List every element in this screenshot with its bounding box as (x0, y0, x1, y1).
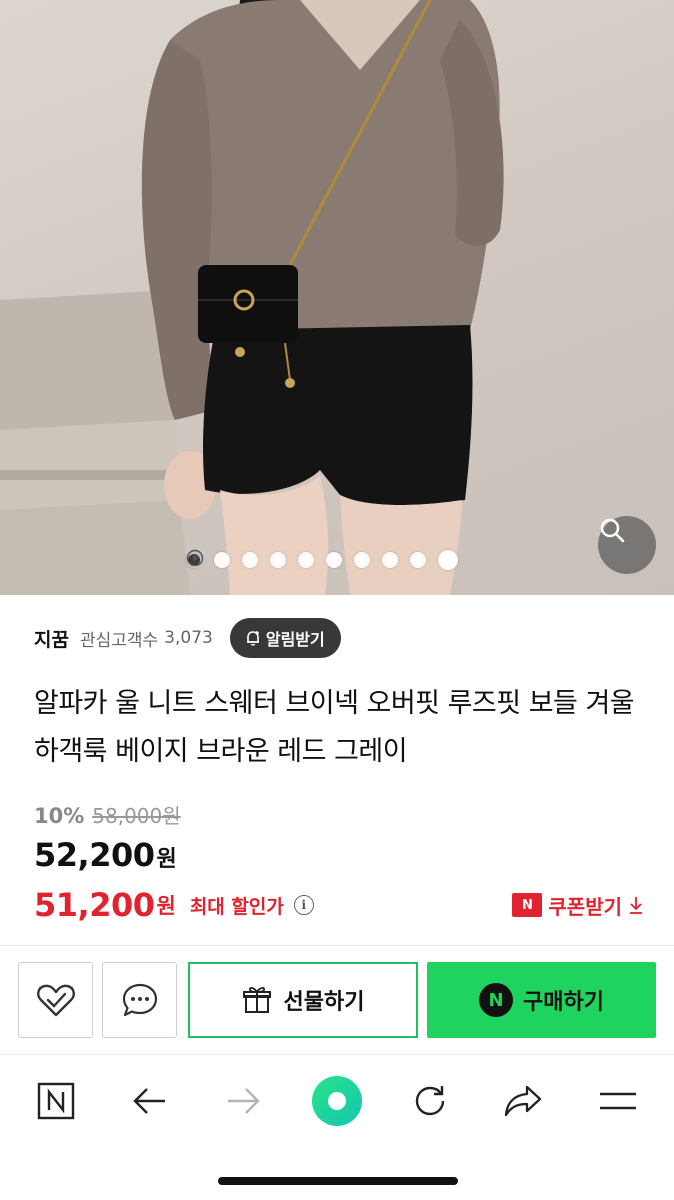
store-info: 지꿈 관심고객수 3,073 알림받기 (34, 618, 341, 658)
forward-arrow-icon (228, 1088, 260, 1114)
sale-price-amount: 52,200 (34, 836, 155, 874)
sale-price-unit: 원 (156, 847, 177, 872)
home-indicator[interactable] (218, 1177, 458, 1185)
gift-button[interactable]: 선물하기 (188, 962, 418, 1038)
fans-count: 3,073 (164, 628, 213, 648)
talk-button[interactable] (102, 962, 177, 1038)
refresh-icon (415, 1086, 445, 1116)
pagination-dot[interactable] (242, 552, 258, 568)
pagination-dot[interactable] (270, 552, 286, 568)
green-dot-button[interactable] (307, 1056, 367, 1146)
menu-icon (600, 1092, 636, 1110)
best-price-unit: 원 (156, 894, 176, 918)
download-arrow-icon (630, 897, 642, 914)
discount-rate: 10% (34, 804, 85, 828)
gift-label: 선물하기 (283, 990, 365, 1015)
discount-row: 10% 58,000원 (34, 800, 181, 832)
back-arrow-icon (133, 1088, 165, 1114)
best-price: 51,200 원 최대 할인가 i (34, 882, 314, 928)
store-name[interactable]: 지꿈 (34, 625, 69, 652)
zoom-button[interactable] (598, 516, 656, 574)
divider (0, 1054, 674, 1055)
best-price-label: 최대 할인가 (189, 895, 284, 918)
menu-button[interactable] (588, 1056, 648, 1146)
chat-bubble-icon (122, 983, 157, 1017)
share-button[interactable] (493, 1056, 553, 1146)
info-icon[interactable]: i (293, 895, 314, 915)
coupon-button[interactable]: N 쿠폰받기 (512, 890, 644, 920)
heart-check-icon (36, 984, 75, 1017)
pagination-dot[interactable] (326, 552, 342, 568)
product-title: 알파카 울 니트 스웨터 브이넥 오버핏 루즈핏 보들 겨울 하객룩 베이지 브… (34, 688, 635, 767)
pagination-dot[interactable] (382, 552, 398, 568)
pagination-dot[interactable] (298, 552, 314, 568)
product-photo (0, 0, 504, 595)
pagination-dot[interactable] (354, 552, 370, 568)
coupon-label: 쿠폰받기 (548, 894, 622, 919)
pagination-dot[interactable] (214, 552, 230, 568)
original-price: 58,000원 (92, 804, 181, 828)
back-button[interactable] (120, 1056, 180, 1146)
product-image-gallery[interactable] (0, 0, 674, 595)
alarm-label: 알림받기 (265, 630, 325, 649)
gallery-pagination (186, 549, 458, 571)
play-icon (186, 549, 204, 567)
buy-label: 구매하기 (523, 990, 604, 1015)
alarm-button[interactable]: 알림받기 (229, 618, 341, 658)
forward-button[interactable] (213, 1056, 273, 1146)
naver-pay-badge: N (479, 983, 514, 1017)
gift-box-icon (242, 987, 271, 1013)
fans-label: 관심고객수 (79, 630, 159, 651)
naver-home-button[interactable] (26, 1056, 86, 1146)
share-icon (504, 1085, 542, 1117)
sale-price: 52,200 원 (34, 836, 177, 874)
video-dot[interactable] (186, 549, 458, 570)
magnifier-icon (600, 518, 625, 543)
refresh-button[interactable] (400, 1056, 460, 1146)
best-price-amount: 51,200 (34, 886, 155, 924)
naver-home-icon (37, 1082, 75, 1120)
browser-toolbar (0, 1056, 674, 1146)
pagination-dot[interactable] (410, 552, 426, 568)
coupon-badge: N (512, 893, 543, 917)
bell-plus-icon (246, 631, 259, 646)
divider (0, 945, 674, 946)
wishlist-button[interactable] (18, 962, 93, 1038)
buy-button[interactable]: N 구매하기 (427, 962, 656, 1038)
green-dot-icon (312, 1076, 362, 1126)
